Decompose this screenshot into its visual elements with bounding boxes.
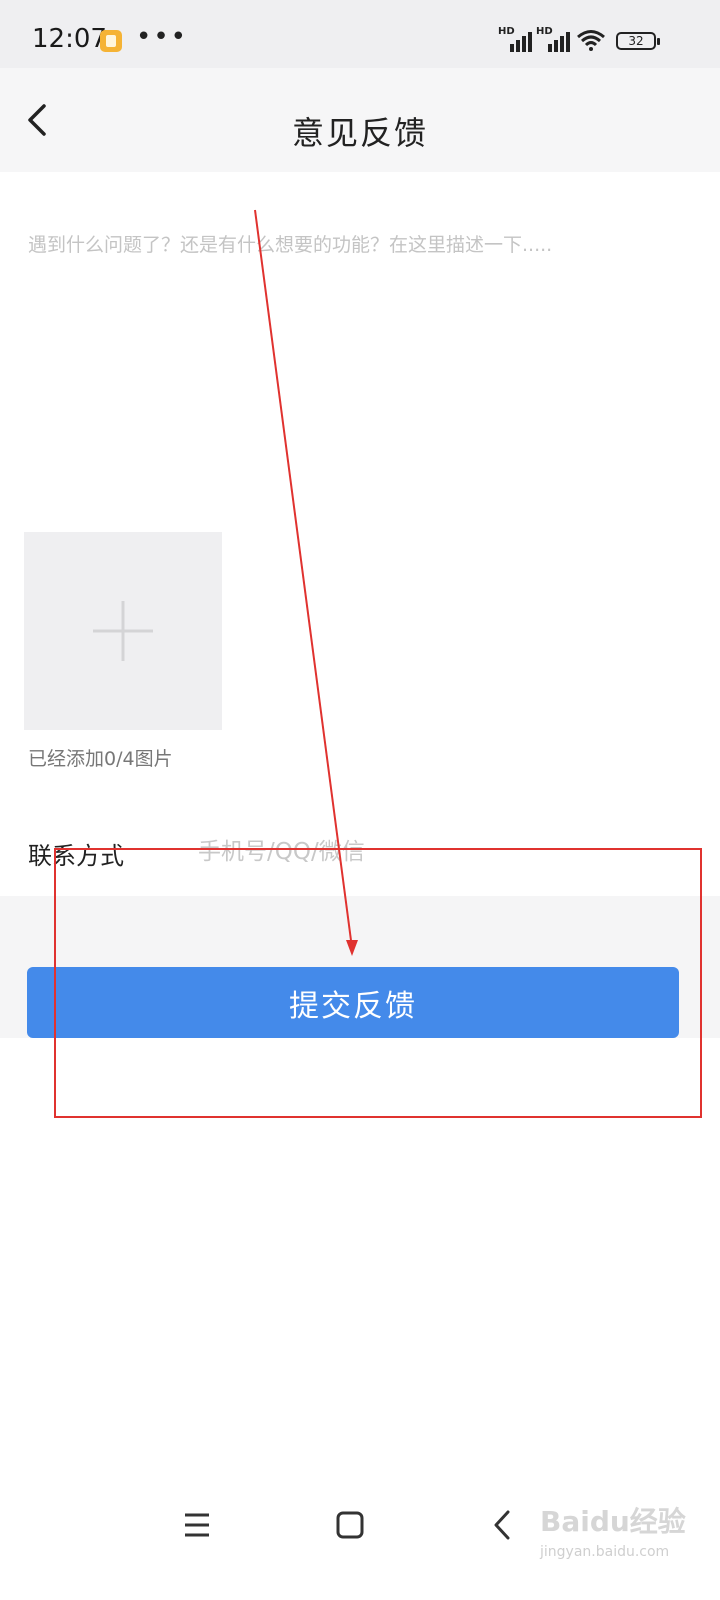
- submit-feedback-button[interactable]: 提交反馈: [27, 967, 679, 1038]
- home-icon[interactable]: [325, 1500, 375, 1550]
- more-dots-icon: •••: [136, 22, 189, 52]
- watermark-url: jingyan.baidu.com: [540, 1544, 670, 1560]
- signal-hd-label: HD: [536, 26, 553, 37]
- contact-row: 联系方式: [0, 806, 720, 896]
- menu-icon[interactable]: [172, 1500, 222, 1550]
- plus-icon: [93, 601, 153, 661]
- add-photo-button[interactable]: [24, 532, 222, 730]
- watermark-logo: Baidu经验: [540, 1505, 686, 1538]
- watermark: Baidu经验 jingyan.baidu.com: [540, 1500, 710, 1570]
- back-icon[interactable]: [478, 1500, 528, 1550]
- page-title: 意见反馈: [291, 114, 428, 152]
- contact-label: 联系方式: [28, 842, 124, 870]
- status-time: 12:07: [32, 24, 107, 54]
- signal-icon: HD: [536, 26, 570, 52]
- signal-icon: HD: [498, 26, 532, 52]
- wifi-icon: [577, 30, 605, 51]
- battery-level: 32: [628, 34, 644, 48]
- contact-input[interactable]: [196, 826, 680, 878]
- battery-icon: 32: [616, 32, 660, 50]
- photo-count-label: 已经添加0/4图片: [28, 748, 173, 770]
- signal-hd-label: HD: [498, 26, 515, 37]
- header-bar: 意见反馈: [0, 68, 720, 172]
- feedback-textarea[interactable]: [0, 172, 720, 512]
- notification-app-icon: [100, 30, 122, 52]
- status-bar: 12:07 ••• HD HD 32: [0, 0, 720, 68]
